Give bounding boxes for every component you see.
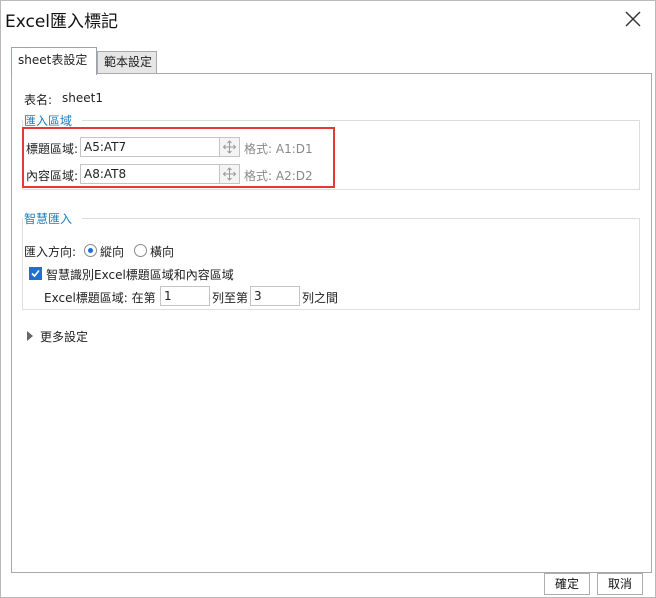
range-start-input[interactable]: 1: [160, 286, 210, 306]
header-area-picker[interactable]: [220, 137, 240, 157]
smart-detect-checkbox[interactable]: [29, 267, 42, 280]
radio-vertical[interactable]: [84, 244, 97, 257]
window-title: Excel匯入標記: [5, 12, 119, 32]
tab-bar: sheet表設定 範本設定: [11, 47, 651, 75]
content-area-hint: 格式: A2:D2: [244, 169, 313, 183]
content-area-label: 內容區域:: [26, 169, 79, 183]
tab-sheet-settings[interactable]: sheet表設定: [11, 47, 97, 75]
dialog-window: Excel匯入標記 sheet表設定 範本設定 表名: sheet1 匯入區域 …: [0, 0, 656, 598]
header-area-input[interactable]: A5:AT7: [80, 137, 220, 157]
more-settings-toggle[interactable]: 更多設定: [24, 328, 114, 344]
more-settings-label: 更多設定: [40, 330, 89, 344]
range-suffix-label: 列之間: [302, 291, 339, 305]
range-label: Excel標題區域: 在第: [44, 291, 156, 305]
sheet-name-value: sheet1: [62, 91, 103, 105]
sheet-name-label: 表名:: [24, 93, 53, 107]
range-mid-label: 列至第: [212, 291, 249, 305]
tab-panel: 表名: sheet1 匯入區域 標題區域: A5:AT7 格式: A1:D1 內…: [11, 73, 652, 573]
triangle-right-icon: [27, 331, 33, 341]
checkmark-icon: [31, 269, 40, 278]
close-icon: [625, 11, 641, 27]
content-area-picker[interactable]: [220, 164, 240, 184]
radio-horizontal[interactable]: [134, 244, 147, 257]
range-end-input[interactable]: 3: [250, 286, 300, 306]
tab-template-settings[interactable]: 範本設定: [97, 51, 157, 74]
ok-button[interactable]: 確定: [544, 573, 590, 595]
header-area-hint: 格式: A1:D1: [244, 142, 313, 156]
smart-detect-label: 智慧識別Excel標題區域和內容區域: [46, 268, 234, 282]
radio-vertical-label: 縱向: [100, 245, 125, 259]
title-bar: Excel匯入標記: [1, 1, 655, 37]
cancel-button[interactable]: 取消: [597, 573, 643, 595]
close-button[interactable]: [619, 5, 647, 33]
radio-horizontal-label: 橫向: [150, 245, 175, 259]
move-arrows-icon: [222, 167, 237, 181]
move-arrows-icon: [222, 140, 237, 154]
header-area-label: 標題區域:: [26, 142, 79, 156]
content-area-input[interactable]: A8:AT8: [80, 164, 220, 184]
direction-label: 匯入方向:: [24, 245, 77, 259]
